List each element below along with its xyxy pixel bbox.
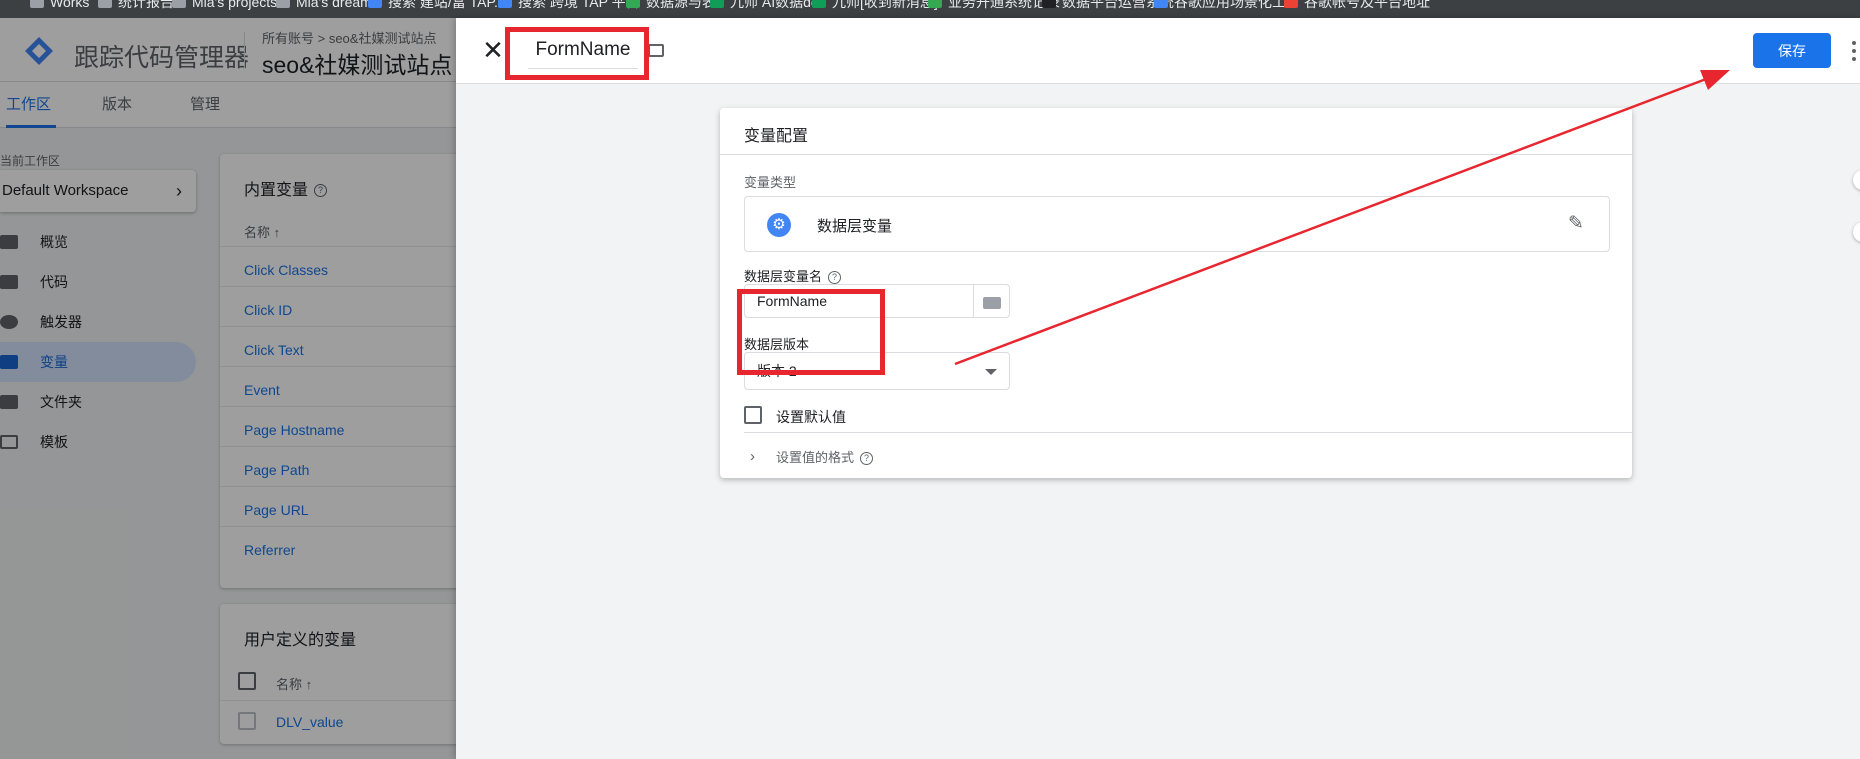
- modal-backdrop[interactable]: [0, 18, 456, 759]
- save-button[interactable]: 保存: [1753, 33, 1831, 68]
- site-icon: [1154, 0, 1168, 8]
- dl-name-label: 数据层变量名?: [744, 266, 842, 285]
- editor-header: ✕ FormName 保存: [456, 18, 1860, 84]
- bookmark-item[interactable]: 搜索 跨境 TAP 平台: [498, 0, 640, 11]
- variable-block-icon: [983, 297, 1001, 309]
- bookmark-item[interactable]: 谷歌应用场景化工...: [1154, 0, 1298, 11]
- settings-gear-icon: ⚙: [767, 213, 791, 237]
- dl-version-label: 数据层版本: [744, 337, 810, 352]
- bookmark-item[interactable]: 九师 AI数据dev: [710, 0, 826, 11]
- variable-config-card: 变量配置 变量类型 ⚙ 数据层变量 ✎ 数据层变量名? 数据层版本 版本 2 设…: [720, 108, 1632, 478]
- pencil-edit-icon[interactable]: ✎: [1565, 213, 1587, 235]
- variable-type-selector[interactable]: ⚙ 数据层变量 ✎: [744, 196, 1610, 252]
- site-icon: [1284, 0, 1298, 8]
- bookmark-item[interactable]: 谷歌帐号及平台地址: [1284, 0, 1430, 11]
- help-icon[interactable]: ?: [860, 452, 874, 466]
- site-icon: [812, 0, 826, 8]
- folder-icon: [276, 0, 290, 8]
- site-icon: [498, 0, 512, 8]
- variable-picker-button[interactable]: [974, 284, 1010, 318]
- bookmark-item[interactable]: 数据源与表: [626, 0, 716, 11]
- bookmark-item[interactable]: Mia's projects: [172, 0, 277, 11]
- site-icon: [368, 0, 382, 8]
- bookmark-item[interactable]: 业务开通系统记录: [928, 0, 1060, 11]
- folder-icon: [30, 0, 44, 8]
- variable-type-name: 数据层变量: [817, 218, 893, 235]
- dropdown-arrow-icon: [985, 369, 997, 375]
- dl-version-value: 版本 2: [757, 363, 797, 379]
- dl-version-select[interactable]: 版本 2: [744, 352, 1010, 390]
- chevron-right-icon[interactable]: ›: [750, 448, 755, 465]
- folder-icon[interactable]: [648, 44, 664, 57]
- variable-editor: ✕ FormName 保存 变量配置 变量类型 ⚙ 数据层变量 ✎ 数据层变量名…: [456, 18, 1860, 759]
- help-icon[interactable]: ?: [828, 271, 842, 285]
- bookmarks-bar: Works 统计报告 Mia's projects Mia's dream 搜索…: [0, 0, 1860, 18]
- dl-variable-name-input[interactable]: [744, 284, 974, 318]
- bookmark-item[interactable]: 九师[收到新消息]: [812, 0, 938, 11]
- folder-icon: [98, 0, 112, 8]
- divider: [720, 154, 1632, 155]
- variable-name-field[interactable]: FormName: [528, 31, 638, 69]
- variable-type-label: 变量类型: [744, 175, 797, 190]
- sheet-icon: [626, 0, 640, 8]
- divider: [744, 432, 1632, 433]
- bookmark-item[interactable]: 搜索 建站/富 TAP...: [368, 0, 506, 11]
- bookmark-item[interactable]: Works: [30, 0, 89, 11]
- close-icon[interactable]: ✕: [480, 37, 506, 63]
- bookmark-item[interactable]: 统计报告: [98, 0, 174, 11]
- site-icon: [710, 0, 724, 8]
- default-value-checkbox[interactable]: [744, 406, 762, 424]
- config-title: 变量配置: [744, 128, 809, 145]
- default-value-label[interactable]: 设置默认值: [776, 407, 846, 427]
- site-icon: [1042, 0, 1056, 8]
- sheet-icon: [928, 0, 942, 8]
- bookmark-item[interactable]: Mia's dream: [276, 0, 372, 11]
- format-value-toggle[interactable]: 设置值的格式?: [776, 447, 874, 466]
- more-vert-icon[interactable]: [1852, 40, 1856, 62]
- folder-icon: [172, 0, 186, 8]
